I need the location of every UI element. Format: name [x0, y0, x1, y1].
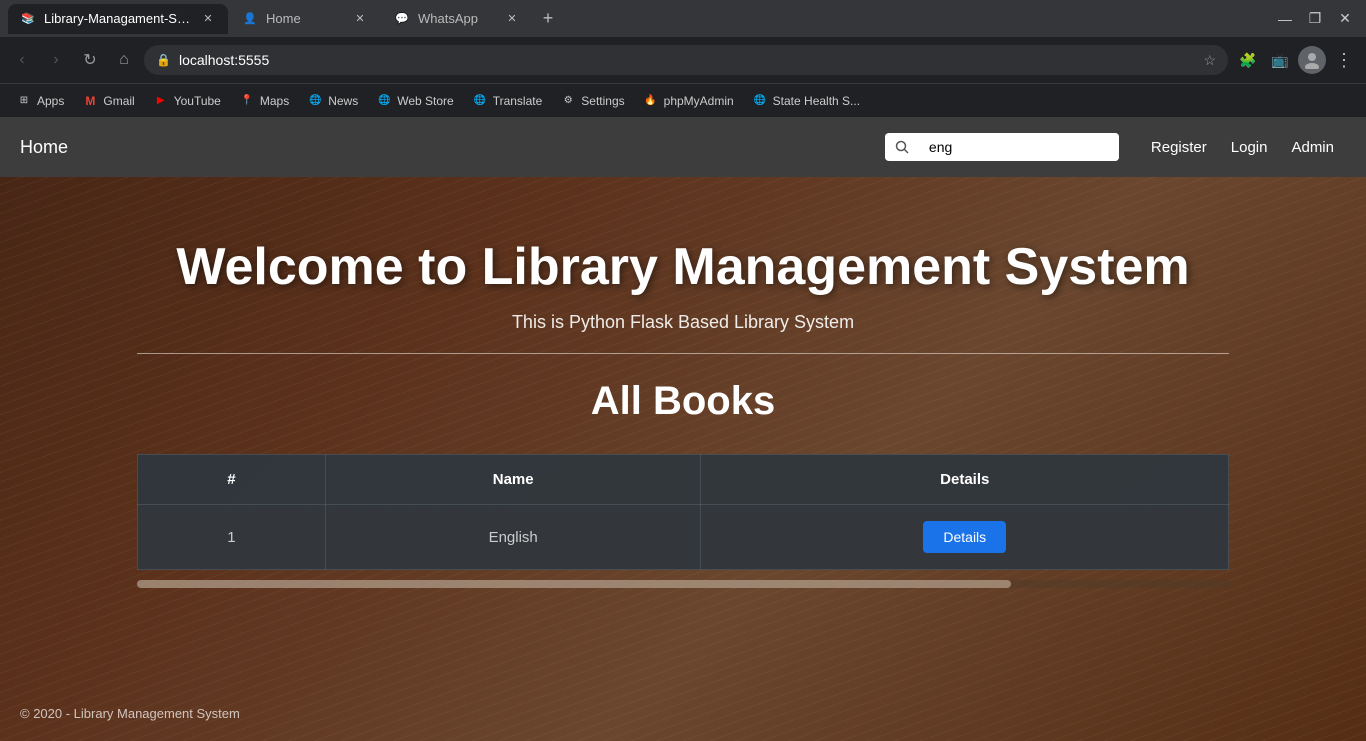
- tab-whatsapp[interactable]: 💬 WhatsApp ✕: [382, 4, 532, 34]
- search-icon: [895, 140, 909, 154]
- hero-divider: [137, 353, 1230, 354]
- table-row: 1 English Details: [137, 505, 1229, 570]
- news-favicon: 🌐: [307, 93, 323, 109]
- menu-button[interactable]: ⋮: [1330, 46, 1358, 74]
- footer: © 2020 - Library Management System: [0, 686, 1366, 741]
- bookmark-gmail[interactable]: M Gmail: [74, 89, 142, 113]
- settings-favicon: ⚙: [560, 93, 576, 109]
- bookmark-apps-label: Apps: [37, 94, 64, 108]
- bookmark-webstore[interactable]: 🌐 Web Store: [368, 89, 461, 113]
- footer-text: © 2020 - Library Management System: [20, 706, 240, 721]
- col-name: Name: [326, 455, 701, 505]
- hero-title: Welcome to Library Management System: [0, 237, 1366, 297]
- search-input[interactable]: [919, 133, 1119, 161]
- profile-icon: [1303, 51, 1321, 69]
- tab-bar: 📚 Library-Managament-Syst... ✕ 👤 Home ✕ …: [0, 0, 1366, 37]
- row-details-cell: Details: [701, 505, 1229, 570]
- bookmark-youtube[interactable]: ▶ YouTube: [145, 89, 229, 113]
- login-link[interactable]: Login: [1219, 131, 1280, 164]
- tab-library-favicon: 📚: [20, 11, 36, 27]
- address-bar[interactable]: 🔒 ☆: [144, 45, 1228, 75]
- back-button[interactable]: ‹: [8, 46, 36, 74]
- reload-button[interactable]: ↻: [76, 46, 104, 74]
- hero-content: Welcome to Library Management System Thi…: [0, 237, 1366, 588]
- bookmark-settings[interactable]: ⚙ Settings: [552, 89, 632, 113]
- tab-whatsapp-close[interactable]: ✕: [504, 11, 520, 27]
- bookmark-apps[interactable]: ⊞ Apps: [8, 89, 72, 113]
- bookmark-translate[interactable]: 🌐 Translate: [464, 89, 551, 113]
- app-navbar: Home Register Login Admin: [0, 117, 1366, 177]
- bookmark-maps[interactable]: 📍 Maps: [231, 89, 297, 113]
- bookmark-statehealth-label: State Health S...: [773, 94, 860, 108]
- col-number: #: [137, 455, 326, 505]
- home-button[interactable]: ⌂: [110, 46, 138, 74]
- address-bar-row: ‹ › ↻ ⌂ 🔒 ☆ 🧩 📺 ⋮: [0, 37, 1366, 83]
- search-input-wrapper: [885, 133, 1119, 161]
- bookmark-news-label: News: [328, 94, 358, 108]
- window-controls: — ❐ ✕: [1272, 6, 1358, 32]
- row-name: English: [326, 505, 701, 570]
- bookmark-statehealth[interactable]: 🌐 State Health S...: [744, 89, 868, 113]
- bookmark-gmail-label: Gmail: [103, 94, 134, 108]
- bookmark-translate-label: Translate: [493, 94, 543, 108]
- tab-library[interactable]: 📚 Library-Managament-Syst... ✕: [8, 4, 228, 34]
- bookmark-phpmyadmin[interactable]: 🔥 phpMyAdmin: [635, 89, 742, 113]
- bookmarks-bar: ⊞ Apps M Gmail ▶ YouTube 📍 Maps 🌐 News 🌐…: [0, 83, 1366, 117]
- scroll-indicator: [137, 580, 1011, 588]
- tab-home-title: Home: [266, 11, 344, 26]
- tab-home[interactable]: 👤 Home ✕: [230, 4, 380, 34]
- home-link[interactable]: Home: [20, 137, 68, 158]
- tab-whatsapp-favicon: 💬: [394, 11, 410, 27]
- hero-section: Welcome to Library Management System Thi…: [0, 177, 1366, 741]
- table-header-row: # Name Details: [137, 455, 1229, 505]
- lock-icon: 🔒: [156, 53, 171, 67]
- admin-link[interactable]: Admin: [1279, 131, 1346, 164]
- col-details: Details: [701, 455, 1229, 505]
- profile-button[interactable]: [1298, 46, 1326, 74]
- bookmark-maps-label: Maps: [260, 94, 289, 108]
- forward-button[interactable]: ›: [42, 46, 70, 74]
- youtube-favicon: ▶: [153, 93, 169, 109]
- apps-favicon: ⊞: [16, 93, 32, 109]
- search-button[interactable]: [885, 134, 919, 160]
- toolbar-icons: 🧩 📺 ⋮: [1234, 46, 1358, 74]
- hero-subtitle: This is Python Flask Based Library Syste…: [0, 312, 1366, 333]
- webstore-favicon: 🌐: [376, 93, 392, 109]
- bookmark-settings-label: Settings: [581, 94, 624, 108]
- close-button[interactable]: ✕: [1332, 6, 1358, 32]
- maximize-button[interactable]: ❐: [1302, 6, 1328, 32]
- details-button[interactable]: Details: [923, 521, 1006, 553]
- books-table: # Name Details 1 English Details: [137, 454, 1230, 570]
- maps-favicon: 📍: [239, 93, 255, 109]
- tab-whatsapp-title: WhatsApp: [418, 11, 496, 26]
- table-body: 1 English Details: [137, 505, 1229, 570]
- books-heading: All Books: [0, 379, 1366, 424]
- gmail-favicon: M: [82, 93, 98, 109]
- cast-button[interactable]: 📺: [1266, 46, 1294, 74]
- scroll-bar: [137, 580, 1230, 588]
- table-header: # Name Details: [137, 455, 1229, 505]
- address-input[interactable]: [179, 52, 1195, 68]
- browser-chrome: 📚 Library-Managament-Syst... ✕ 👤 Home ✕ …: [0, 0, 1366, 117]
- books-table-container: # Name Details 1 English Details: [137, 454, 1230, 570]
- register-link[interactable]: Register: [1139, 131, 1219, 164]
- search-form: [885, 133, 1119, 161]
- statehealth-favicon: 🌐: [752, 93, 768, 109]
- bookmark-webstore-label: Web Store: [397, 94, 453, 108]
- translate-favicon: 🌐: [472, 93, 488, 109]
- minimize-button[interactable]: —: [1272, 6, 1298, 32]
- extensions-button[interactable]: 🧩: [1234, 46, 1262, 74]
- bookmark-youtube-label: YouTube: [174, 94, 221, 108]
- phpmyadmin-favicon: 🔥: [643, 93, 659, 109]
- new-tab-button[interactable]: +: [534, 5, 562, 33]
- tab-home-favicon: 👤: [242, 11, 258, 27]
- row-number: 1: [137, 505, 326, 570]
- bookmark-star-icon[interactable]: ☆: [1203, 52, 1216, 69]
- tab-library-title: Library-Managament-Syst...: [44, 11, 192, 26]
- bookmark-phpmyadmin-label: phpMyAdmin: [664, 94, 734, 108]
- tab-library-close[interactable]: ✕: [200, 11, 216, 27]
- tab-home-close[interactable]: ✕: [352, 11, 368, 27]
- bookmark-news[interactable]: 🌐 News: [299, 89, 366, 113]
